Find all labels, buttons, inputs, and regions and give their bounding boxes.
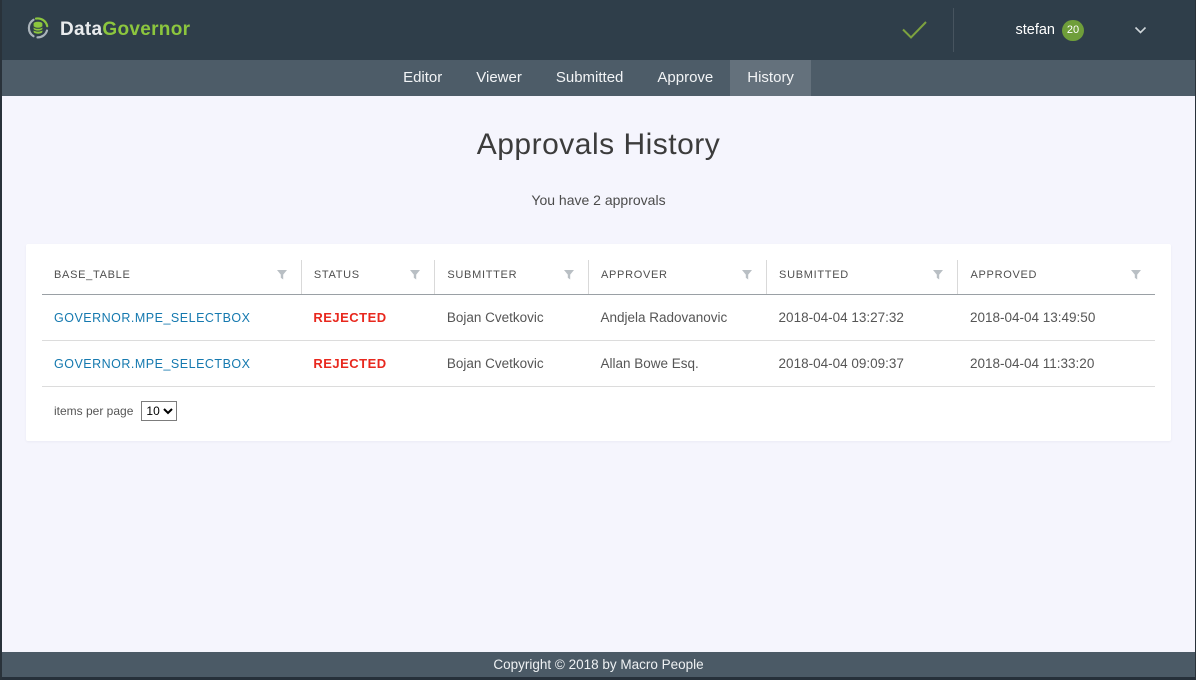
page: DataGovernor stefan 20 Editor Viewer Su	[0, 0, 1196, 680]
cell-submitted: 2018-04-04 09:09:37	[767, 341, 958, 387]
username: stefan	[1016, 22, 1056, 38]
approvals-table-card: BASE_TABLE STATUS SUBM	[26, 244, 1171, 441]
header-right: stefan 20	[899, 8, 1148, 52]
cell-base-table: GOVERNOR.MPE_SELECTBOX	[42, 341, 301, 387]
logo-text-primary: Data	[60, 19, 102, 40]
filter-icon[interactable]	[740, 268, 754, 282]
filter-icon[interactable]	[931, 268, 945, 282]
cell-base-table: GOVERNOR.MPE_SELECTBOX	[42, 295, 301, 341]
cell-approver: Allan Bowe Esq.	[588, 341, 766, 387]
cell-approver: Andjela Radovanovic	[588, 295, 766, 341]
cell-approved: 2018-04-04 13:49:50	[958, 295, 1155, 341]
user-count-badge: 20	[1062, 20, 1084, 41]
column-header-approved: APPROVED	[958, 260, 1155, 295]
logo-text-secondary: Governor	[102, 19, 190, 40]
column-header-submitted: SUBMITTED	[767, 260, 958, 295]
column-label: STATUS	[314, 269, 360, 281]
filter-icon[interactable]	[408, 268, 422, 282]
approvals-check-icon[interactable]	[899, 19, 929, 41]
logo[interactable]: DataGovernor	[26, 16, 190, 45]
database-logo-icon	[26, 16, 50, 45]
column-header-base-table: BASE_TABLE	[42, 260, 301, 295]
table-header-row: BASE_TABLE STATUS SUBM	[42, 260, 1155, 295]
approvals-table: BASE_TABLE STATUS SUBM	[42, 260, 1155, 387]
user-menu[interactable]: stefan 20	[1016, 20, 1085, 41]
header-divider	[953, 8, 954, 52]
app-footer: Copyright © 2018 by Macro People	[2, 652, 1195, 680]
status-badge: REJECTED	[313, 310, 386, 325]
nav-bar: Editor Viewer Submitted Approve History	[2, 60, 1195, 96]
column-header-submitter: SUBMITTER	[435, 260, 589, 295]
tab-submitted[interactable]: Submitted	[539, 60, 641, 96]
column-label: APPROVER	[601, 269, 668, 281]
cell-status: REJECTED	[301, 341, 435, 387]
tab-editor[interactable]: Editor	[386, 60, 459, 96]
page-title: Approvals History	[2, 128, 1195, 162]
base-table-link[interactable]: GOVERNOR.MPE_SELECTBOX	[54, 311, 250, 325]
logo-text: DataGovernor	[60, 19, 190, 41]
items-per-page-select[interactable]: 10	[141, 401, 177, 421]
filter-icon[interactable]	[1129, 268, 1143, 282]
filter-icon[interactable]	[562, 268, 576, 282]
items-per-page-label: items per page	[54, 404, 133, 418]
column-label: SUBMITTED	[779, 269, 849, 281]
column-label: APPROVED	[970, 269, 1037, 281]
cell-approved: 2018-04-04 11:33:20	[958, 341, 1155, 387]
main-content: Approvals History You have 2 approvals B…	[2, 96, 1195, 652]
column-label: BASE_TABLE	[54, 269, 131, 281]
tab-approve[interactable]: Approve	[640, 60, 730, 96]
user-menu-chevron-down-icon[interactable]	[1134, 26, 1147, 35]
page-subtitle: You have 2 approvals	[2, 192, 1195, 208]
column-header-status: STATUS	[301, 260, 435, 295]
column-label: SUBMITTER	[447, 269, 517, 281]
filter-icon[interactable]	[275, 268, 289, 282]
table-row: GOVERNOR.MPE_SELECTBOX REJECTED Bojan Cv…	[42, 295, 1155, 341]
status-badge: REJECTED	[313, 356, 386, 371]
column-header-approver: APPROVER	[588, 260, 766, 295]
cell-submitted: 2018-04-04 13:27:32	[767, 295, 958, 341]
tab-history[interactable]: History	[730, 60, 811, 96]
tab-viewer[interactable]: Viewer	[459, 60, 539, 96]
app-header: DataGovernor stefan 20	[2, 0, 1195, 60]
cell-status: REJECTED	[301, 295, 435, 341]
cell-submitter: Bojan Cvetkovic	[435, 295, 589, 341]
base-table-link[interactable]: GOVERNOR.MPE_SELECTBOX	[54, 357, 250, 371]
copyright-text: Copyright © 2018 by Macro People	[493, 657, 703, 672]
cell-submitter: Bojan Cvetkovic	[435, 341, 589, 387]
table-row: GOVERNOR.MPE_SELECTBOX REJECTED Bojan Cv…	[42, 341, 1155, 387]
pagination-bar: items per page 10	[42, 387, 1155, 421]
